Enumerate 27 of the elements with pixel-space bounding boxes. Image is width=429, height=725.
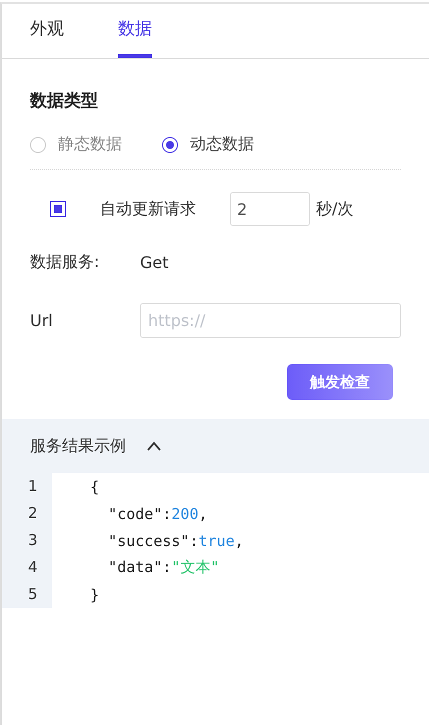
radio-label: 动态数据 — [190, 134, 254, 155]
line-number: 1 — [2, 473, 52, 500]
section-title: 服务结果示例 — [30, 436, 126, 456]
line-number: 3 — [2, 527, 52, 554]
interval-input[interactable]: 2 — [230, 192, 310, 226]
section-title: 数据类型 — [30, 90, 99, 112]
line-number: 4 — [2, 554, 52, 581]
line-number: 2 — [2, 500, 52, 527]
url-input[interactable]: https:// — [140, 303, 401, 338]
radio-label: 静态数据 — [58, 134, 122, 155]
unit-label: 秒/次 — [316, 198, 354, 220]
code-line: } — [89, 586, 100, 604]
tab[interactable]: 数据 — [118, 4, 152, 58]
code-line: "code":200, — [107, 504, 208, 522]
checkbox-label: 自动更新请求 — [100, 198, 197, 220]
checkbox[interactable] — [50, 201, 66, 217]
field-label: Url — [30, 311, 54, 330]
service-value: Get — [140, 253, 169, 272]
code-line: "data":"文本" — [107, 558, 220, 577]
line-number: 5 — [2, 581, 52, 608]
radio-button[interactable] — [162, 136, 178, 152]
field-label: 数据服务: — [30, 252, 100, 273]
check-button[interactable]: 触发检查 — [287, 364, 393, 400]
code-line: "success":true, — [107, 532, 244, 550]
tab[interactable]: 外观 — [30, 4, 64, 58]
code-line: { — [89, 478, 100, 496]
caret-icon[interactable] — [146, 441, 162, 451]
